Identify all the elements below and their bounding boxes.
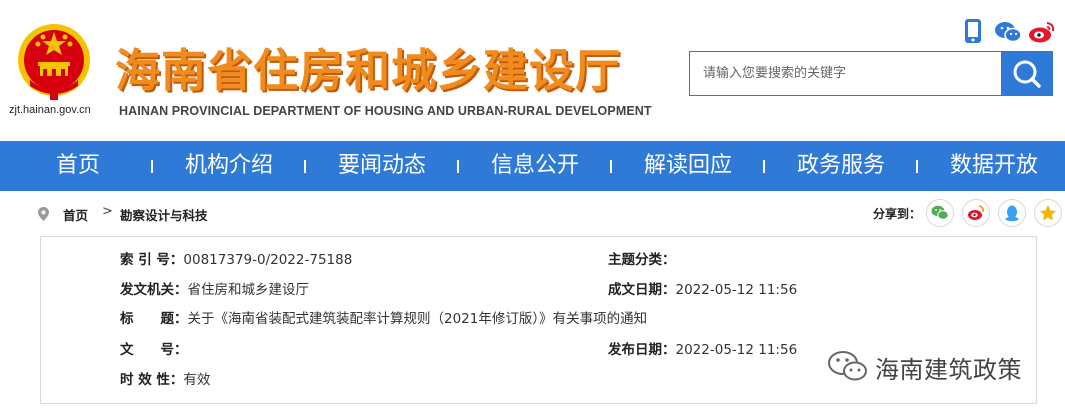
title-value: 关于《海南省装配式建筑装配率计算规则（2021年修订版）》有关事项的通知 <box>187 311 648 327</box>
published-date-row: 发布日期：2022-05-12 11:56 <box>608 338 797 358</box>
nav-item-about[interactable]: 机构介绍 <box>185 141 273 191</box>
nav-item-news[interactable]: 要闻动态 <box>338 141 426 191</box>
breadcrumb-current[interactable]: 勘察设计与科技 <box>120 205 208 224</box>
issuer-row: 发文机关：省住房和城乡建设厅 <box>120 278 309 298</box>
index-value: 00817379-0/2022-75188 <box>183 252 353 268</box>
breadcrumb: 首页 > 勘察设计与科技 分享到： <box>0 191 1065 235</box>
published-date-value: 2022-05-12 11:56 <box>675 342 798 358</box>
nav-separator <box>610 160 612 173</box>
share-wechat-button[interactable] <box>926 199 954 227</box>
site-title[interactable]: 海南省住房和城乡建设厅 <box>115 34 621 99</box>
watermark-text: 海南建筑政策 <box>875 356 1022 384</box>
topic-label: 主题分类： <box>608 252 676 268</box>
created-date-value: 2022-05-12 11:56 <box>675 282 798 298</box>
site-subtitle: HAINAN PROVINCIAL DEPARTMENT OF HOUSING … <box>119 104 652 118</box>
validity-label: 时 效 性： <box>120 372 184 388</box>
nav-item-interpretation[interactable]: 解读回应 <box>644 141 732 191</box>
nav-item-home[interactable]: 首页 <box>56 141 100 191</box>
qq-icon <box>1005 205 1019 222</box>
nav-item-disclosure[interactable]: 信息公开 <box>491 141 579 191</box>
search-input[interactable] <box>690 52 1002 95</box>
wechat-icon <box>931 205 949 220</box>
qzone-icon <box>1040 205 1056 221</box>
wechat-icon[interactable] <box>994 20 1022 48</box>
topic-row: 主题分类： <box>608 248 676 268</box>
doc-number-label: 文 号： <box>120 342 188 358</box>
share-label: 分享到： <box>873 207 922 221</box>
weibo-icon <box>968 205 984 220</box>
validity-value: 有效 <box>183 372 211 388</box>
validity-row: 时 效 性：有效 <box>120 368 210 388</box>
share-weibo-button[interactable] <box>962 199 990 227</box>
search-icon <box>1013 60 1041 88</box>
created-date-row: 成文日期：2022-05-12 11:56 <box>608 278 797 298</box>
nav-item-services[interactable]: 政务服务 <box>797 141 885 191</box>
top-icons <box>962 18 1058 46</box>
breadcrumb-separator: > <box>102 204 113 219</box>
share-qzone-button[interactable] <box>1034 199 1062 227</box>
weibo-icon[interactable] <box>1028 20 1056 48</box>
nav-separator <box>763 160 765 173</box>
title-row: 标 题：关于《海南省装配式建筑装配率计算规则（2021年修订版）》有关事项的通知 <box>120 307 647 327</box>
nav-separator <box>151 160 153 173</box>
wechat-icon <box>828 351 867 381</box>
nav-separator <box>457 160 459 173</box>
index-row: 索 引 号：00817379-0/2022-75188 <box>120 248 352 268</box>
site-domain: zjt.hainan.gov.cn <box>9 104 91 116</box>
title-label: 标 题： <box>120 311 188 327</box>
nav-item-open-data[interactable]: 数据开放 <box>950 141 1038 191</box>
site-header: zjt.hainan.gov.cn 海南省住房和城乡建设厅 HAINAN PRO… <box>0 0 1065 141</box>
index-label: 索 引 号： <box>120 252 184 268</box>
published-date-label: 发布日期： <box>608 342 676 358</box>
mobile-icon[interactable] <box>964 18 982 48</box>
issuer-value: 省住房和城乡建设厅 <box>187 282 310 298</box>
share-qq-button[interactable] <box>998 199 1026 227</box>
doc-number-row: 文 号： <box>120 338 188 358</box>
breadcrumb-home-link[interactable]: 首页 <box>63 205 88 224</box>
nav-separator <box>304 160 306 173</box>
issuer-label: 发文机关： <box>120 282 188 298</box>
main-nav: 首页 机构介绍 要闻动态 信息公开 解读回应 政务服务 数据开放 <box>0 141 1065 191</box>
created-date-label: 成文日期： <box>608 282 676 298</box>
location-pin-icon <box>38 206 49 225</box>
nav-separator <box>916 160 918 173</box>
national-emblem-icon <box>18 24 90 100</box>
search-button[interactable] <box>1001 51 1052 96</box>
search-box <box>689 51 1053 96</box>
